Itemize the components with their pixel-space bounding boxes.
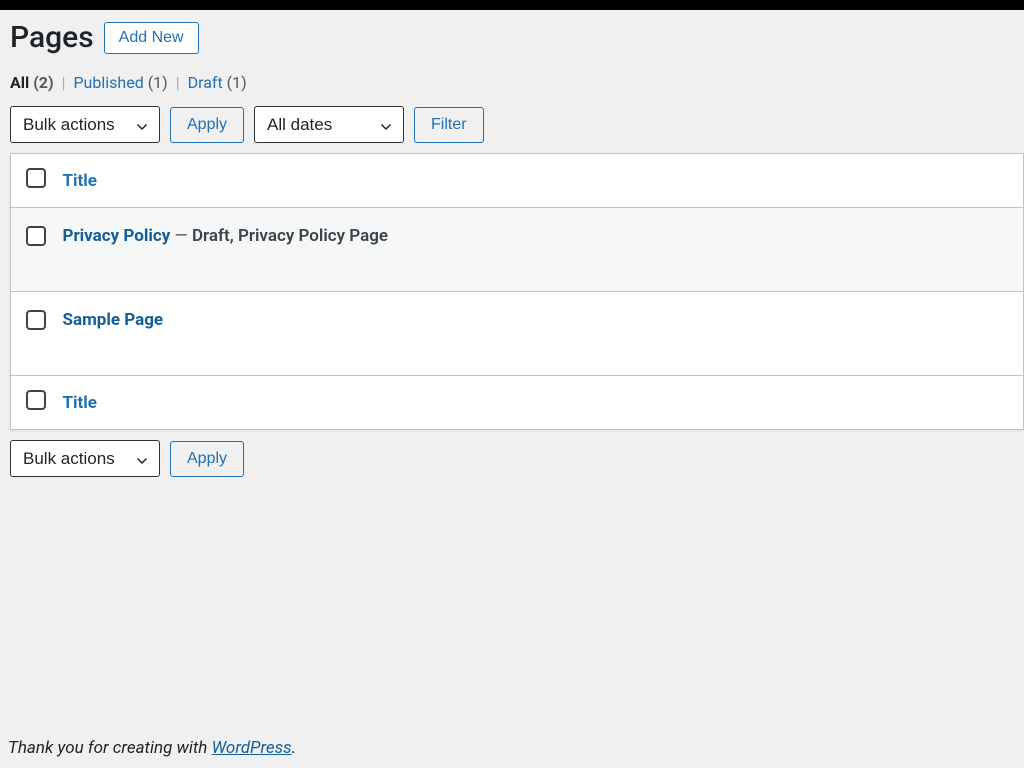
filter-all: All (2) [10,73,58,92]
page-title: Pages [10,20,94,55]
page-title-link[interactable]: Sample Page [63,310,164,330]
column-title-header[interactable]: Title [53,154,1024,208]
date-filter-select[interactable]: All dates [254,106,404,143]
filter-draft[interactable]: Draft (1) [188,73,247,92]
footer-text-after: . [292,738,296,758]
filter-sep2: | [172,73,184,92]
filter-draft-label: Draft [188,73,223,92]
apply-button-bottom[interactable]: Apply [170,441,244,477]
select-all-checkbox-bottom[interactable] [26,390,46,410]
filter-published-label: Published [73,73,143,92]
add-new-button[interactable]: Add New [104,22,199,54]
bulk-actions-select-top[interactable]: Bulk actions [10,106,160,143]
post-state: Draft, Privacy Policy Page [192,226,388,246]
status-filter-links: All (2) | Published (1) | Draft (1) [10,73,1024,92]
select-all-checkbox-top[interactable] [26,168,46,188]
page-title-link[interactable]: Privacy Policy [63,226,171,246]
window-topbar [0,0,1024,10]
row-checkbox[interactable] [26,310,46,330]
row-checkbox[interactable] [26,226,46,246]
filter-all-count: (2) [33,73,53,92]
footer-credit: Thank you for creating with WordPress. [8,738,296,758]
filter-sep: | [58,73,70,92]
column-title-footer[interactable]: Title [53,376,1024,430]
post-state-sep: — [170,226,192,246]
apply-button-top[interactable]: Apply [170,107,244,143]
footer-text-before: Thank you for creating with [8,738,212,758]
table-row: Privacy Policy — Draft, Privacy Policy P… [11,208,1024,292]
bulk-actions-select-bottom[interactable]: Bulk actions [10,440,160,477]
wordpress-link[interactable]: WordPress [212,738,292,758]
pages-table: Title Privacy Policy — Draft, Privacy Po… [10,153,1024,430]
filter-all-label[interactable]: All [10,73,29,92]
filter-draft-count: (1) [227,73,247,92]
table-row: Sample Page [11,292,1024,376]
filter-published[interactable]: Published (1) [73,73,171,92]
filter-published-count: (1) [148,73,168,92]
filter-button[interactable]: Filter [414,107,484,143]
